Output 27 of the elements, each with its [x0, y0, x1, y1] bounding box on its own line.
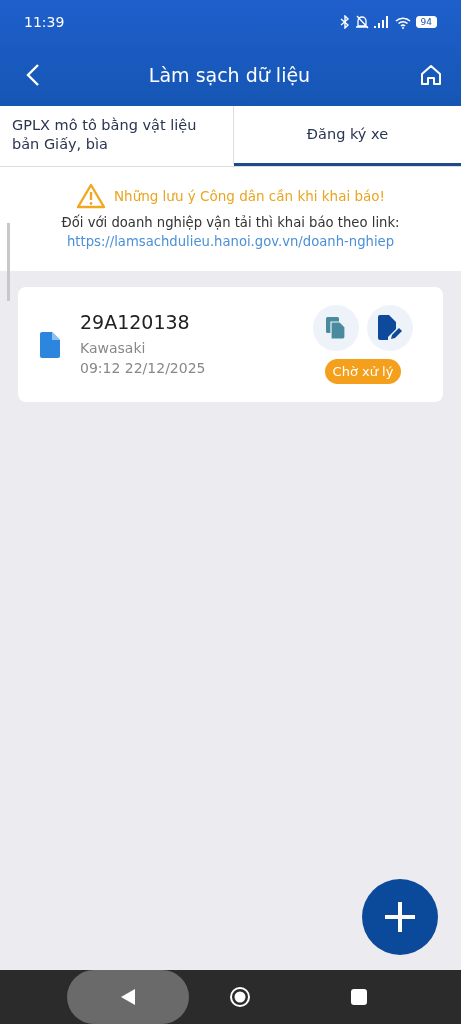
notice-text: Đối với doanh nghiệp vận tải thì khai báo theo link: — [61, 215, 400, 230]
copy-button[interactable] — [313, 305, 359, 351]
plate-number: 29A120138 — [80, 310, 191, 333]
muted-bell-icon — [354, 15, 369, 29]
warning-icon — [76, 183, 106, 209]
vehicle-brand: Kawasaki — [80, 338, 147, 358]
wifi-icon — [394, 15, 411, 29]
plus-icon — [383, 900, 417, 934]
nav-back-button[interactable] — [67, 970, 189, 1024]
edit-document-icon — [378, 315, 402, 341]
back-icon[interactable] — [26, 63, 40, 87]
warning-text: Những lưu ý Công dân cần khi khai báo! — [114, 188, 385, 204]
home-icon[interactable] — [419, 63, 443, 87]
record-card[interactable]: 29A120138 Kawasaki 09:12 22/12/2025 Chờ xử lý — [18, 287, 443, 402]
back-triangle-icon — [121, 989, 135, 1005]
edit-button[interactable] — [367, 305, 413, 351]
status-badge: Chờ xử lý — [324, 359, 402, 384]
screen-title: Làm sạch dữ liệu — [147, 64, 312, 86]
link[interactable]: https://lamsachdulieu.hanoi.gov.vn/doanh-nghiep — [66, 234, 395, 249]
status-time: 11:39 — [24, 14, 65, 30]
signal-icon — [373, 16, 390, 28]
record-time: 09:12 22/12/2025 — [80, 358, 207, 378]
battery-level: 94 — [415, 16, 437, 28]
home-circle-icon[interactable] — [229, 986, 251, 1008]
bluetooth-icon — [339, 15, 350, 29]
document-icon — [40, 331, 60, 358]
copy-icon — [326, 317, 346, 339]
